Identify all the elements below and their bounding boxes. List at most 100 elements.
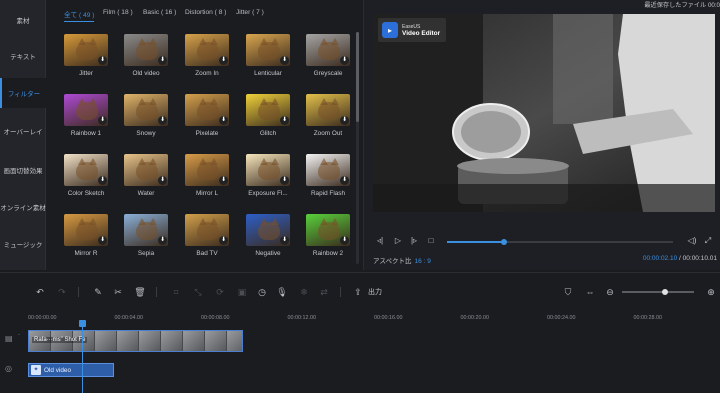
video-preview[interactable]: ▸ EaseUS Video Editor bbox=[373, 14, 715, 212]
zoom-out-icon[interactable]: ⊖ bbox=[604, 286, 616, 298]
zoom-slider-knob[interactable] bbox=[662, 289, 669, 295]
filter-tile[interactable]: ⬇ Lenticular bbox=[238, 34, 298, 90]
ruler-label: 00:00:20.00 bbox=[460, 315, 489, 321]
filter-clip[interactable]: ✦ Old video bbox=[28, 363, 114, 377]
clock-icon[interactable]: ◷ bbox=[256, 286, 268, 298]
download-icon[interactable]: ⬇ bbox=[158, 116, 167, 125]
filter-label: Color Sketch bbox=[67, 190, 105, 197]
redo-icon[interactable]: ↷ bbox=[56, 286, 68, 298]
mosaic-icon[interactable]: ▣ bbox=[236, 286, 248, 298]
filter-tile[interactable]: ⬇ Mirror L bbox=[177, 154, 237, 210]
download-icon[interactable]: ⬇ bbox=[98, 236, 107, 245]
sidebar-item-text[interactable]: テキスト bbox=[0, 41, 46, 71]
filter-tile[interactable]: ⬇ Snowy bbox=[116, 94, 176, 150]
filter-tile[interactable]: ⬇ Bad TV bbox=[177, 214, 237, 270]
volume-icon[interactable]: ◁) bbox=[687, 236, 697, 246]
filter-tile[interactable]: ⬇ Jitter bbox=[56, 34, 116, 90]
filter-tile[interactable]: ⬇ Glitch bbox=[238, 94, 298, 150]
filter-label: Mirror R bbox=[74, 250, 98, 257]
playhead-handle[interactable] bbox=[79, 320, 86, 327]
download-icon[interactable]: ⬇ bbox=[219, 56, 228, 65]
filter-tile[interactable]: ⬇ Zoom In bbox=[177, 34, 237, 90]
tab-basic[interactable]: Basic ( 16 ) bbox=[143, 9, 176, 16]
trash-icon[interactable]: 🗑 bbox=[134, 286, 146, 298]
wand-icon: ✦ bbox=[31, 365, 41, 375]
scissors-icon[interactable]: ✂ bbox=[112, 286, 124, 298]
freeze-frame-icon[interactable]: ❄ bbox=[298, 286, 310, 298]
download-icon[interactable]: ⬇ bbox=[340, 176, 349, 185]
filter-tile[interactable]: ⬇ Greyscale bbox=[298, 34, 358, 90]
scrollbar-thumb[interactable] bbox=[356, 32, 359, 122]
rotate-icon[interactable]: ⟳ bbox=[214, 286, 226, 298]
tab-film[interactable]: Film ( 18 ) bbox=[103, 9, 133, 16]
track-lock-icon[interactable]: ◦ bbox=[18, 332, 20, 338]
download-icon[interactable]: ⬇ bbox=[280, 176, 289, 185]
pen-icon[interactable]: ✎ bbox=[92, 286, 104, 298]
sidebar-item-media[interactable]: 素材 bbox=[0, 5, 46, 35]
filter-label: Exposure Fl... bbox=[248, 190, 288, 197]
playhead[interactable] bbox=[79, 320, 86, 393]
tab-all[interactable]: 全て ( 49 ) bbox=[64, 9, 95, 22]
progress-knob[interactable] bbox=[500, 239, 507, 245]
download-icon[interactable]: ⬇ bbox=[98, 56, 107, 65]
download-icon[interactable]: ⬇ bbox=[340, 56, 349, 65]
aspect-ratio-value[interactable]: 16 : 9 bbox=[415, 258, 431, 265]
download-icon[interactable]: ⬇ bbox=[340, 236, 349, 245]
filter-label: Jitter bbox=[79, 70, 93, 77]
sidebar-item-overlays[interactable]: オーバーレイ bbox=[0, 116, 46, 146]
export-button[interactable]: 出力 bbox=[368, 287, 382, 297]
marker-icon[interactable]: ⛉ bbox=[562, 286, 574, 298]
fit-timeline-icon[interactable]: ⇔ bbox=[584, 286, 596, 298]
download-icon[interactable]: ⬇ bbox=[219, 236, 228, 245]
sidebar-item-filters[interactable]: フィルター bbox=[0, 78, 46, 108]
download-icon[interactable]: ⬇ bbox=[340, 116, 349, 125]
timeline-ruler[interactable]: 00:00:00.00 00:00:04.00 00:00:08.00 00:00:1… bbox=[28, 312, 720, 326]
sidebar-item-transitions[interactable]: 画面切替効果 bbox=[0, 155, 46, 185]
stop-icon[interactable]: □ bbox=[426, 236, 436, 246]
filter-scrollbar[interactable] bbox=[356, 32, 359, 264]
filter-tile[interactable]: ⬇ Zoom Out bbox=[298, 94, 358, 150]
download-icon[interactable]: ⬇ bbox=[158, 236, 167, 245]
fullscreen-icon[interactable]: ⤢ bbox=[703, 236, 713, 246]
download-icon[interactable]: ⬇ bbox=[280, 56, 289, 65]
microphone-icon[interactable]: 🎙 bbox=[276, 286, 288, 298]
download-icon[interactable]: ⬇ bbox=[280, 116, 289, 125]
sidebar-item-music[interactable]: ミュージック bbox=[0, 229, 46, 259]
playback-progress-bar[interactable] bbox=[447, 239, 673, 245]
download-icon[interactable]: ⬇ bbox=[98, 116, 107, 125]
download-icon[interactable]: ⬇ bbox=[158, 56, 167, 65]
export-icon[interactable]: ⇪ bbox=[352, 286, 364, 298]
filter-tile[interactable]: ⬇ Sepia bbox=[116, 214, 176, 270]
download-icon[interactable]: ⬇ bbox=[219, 116, 228, 125]
zoom-slider[interactable] bbox=[622, 289, 694, 295]
play-icon[interactable]: ▷ bbox=[393, 236, 403, 246]
undo-icon[interactable]: ↶ bbox=[34, 286, 46, 298]
filter-tile[interactable]: ⬇ Exposure Fl... bbox=[238, 154, 298, 210]
time-separator: / bbox=[679, 255, 681, 262]
download-icon[interactable]: ⬇ bbox=[98, 176, 107, 185]
filter-tile[interactable]: ⬇ Rapid Flash bbox=[298, 154, 358, 210]
filter-tile[interactable]: ⬇ Rainbow 2 bbox=[298, 214, 358, 270]
zoom-in-icon[interactable]: ⊕ bbox=[705, 286, 717, 298]
sidebar-item-online-media[interactable]: オンライン素材 bbox=[0, 192, 46, 222]
filter-tile[interactable]: ⬇ Mirror R bbox=[56, 214, 116, 270]
filter-tile[interactable]: ⬇ Pixelate bbox=[177, 94, 237, 150]
download-icon[interactable]: ⬇ bbox=[158, 176, 167, 185]
download-icon[interactable]: ⬇ bbox=[280, 236, 289, 245]
previous-frame-icon[interactable]: ◃| bbox=[375, 236, 385, 246]
crop-icon[interactable]: ⌗ bbox=[170, 286, 182, 298]
tab-jitter[interactable]: Jitter ( 7 ) bbox=[236, 9, 264, 16]
filter-tile[interactable]: ⬇ Negative bbox=[238, 214, 298, 270]
filter-tile[interactable]: ⬇ Color Sketch bbox=[56, 154, 116, 210]
video-track-controls: ▤ ◦ bbox=[0, 332, 26, 356]
filter-tile[interactable]: ⬇ Water bbox=[116, 154, 176, 210]
download-icon[interactable]: ⬇ bbox=[219, 176, 228, 185]
next-frame-icon[interactable]: |▹ bbox=[409, 236, 419, 246]
split-audio-icon[interactable]: ⇄ bbox=[318, 286, 330, 298]
tab-distortion[interactable]: Distortion ( 8 ) bbox=[185, 9, 226, 16]
video-clip[interactable]: Rafa···ms" Shot Fe bbox=[28, 330, 243, 352]
filter-thumbnail: ⬇ bbox=[185, 154, 229, 186]
resize-icon[interactable]: ⤡ bbox=[192, 286, 204, 298]
filter-tile[interactable]: ⬇ Old video bbox=[116, 34, 176, 90]
filter-tile[interactable]: ⬇ Rainbow 1 bbox=[56, 94, 116, 150]
